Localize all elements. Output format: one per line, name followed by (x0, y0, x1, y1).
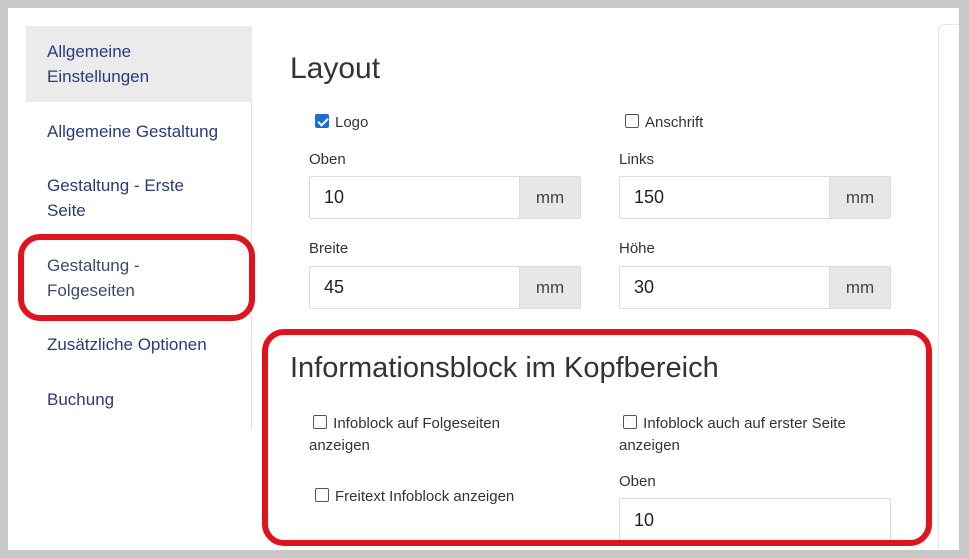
sidebar-item-label: Gestaltung - (47, 256, 140, 275)
breite-label: Breite (309, 240, 349, 257)
anschrift-checkbox-label: Anschrift (645, 114, 704, 131)
side-panel-edge (938, 24, 959, 550)
hoehe-input-group: 30 mm (619, 266, 891, 309)
oben-label: Oben (309, 151, 346, 168)
oben-unit: mm (519, 177, 580, 218)
links-unit: mm (829, 177, 890, 218)
sidebar-item-label: Buchung (47, 390, 115, 409)
freitext-infoblock-label: Freitext Infoblock anzeigen (335, 488, 515, 505)
sidebar-item-label: Folgeseiten (47, 281, 135, 300)
breite-unit: mm (519, 267, 580, 308)
sidebar-item-label: Einstellungen (47, 67, 150, 86)
oben-input[interactable]: 10 (310, 177, 519, 218)
infoblock-oben-label: Oben (619, 473, 656, 490)
links-label: Links (619, 151, 655, 168)
infoblock-oben-input[interactable]: 10 (620, 499, 890, 541)
settings-window: Allgemeine Einstellungen Allgemeine Gest… (8, 8, 959, 550)
sidebar-item-label: Allgemeine Gestaltung (47, 122, 219, 141)
hoehe-unit: mm (829, 267, 890, 308)
anschrift-checkbox[interactable] (625, 114, 639, 128)
infoblock-erste-seite-checkbox[interactable] (623, 415, 638, 429)
sidebar-item-gestaltung-folgeseiten[interactable]: Gestaltung - Folgeseiten (26, 253, 252, 303)
anschrift-checkbox-row[interactable]: Anschrift (625, 112, 703, 134)
logo-checkbox-row[interactable]: Logo (315, 112, 368, 134)
sidebar-item-label: Zusätzliche Optionen (47, 335, 207, 354)
infoblock-erste-seite-label: Infoblock auch auf erster Seite (643, 415, 846, 432)
breite-input[interactable]: 45 (310, 267, 519, 308)
infoblock-heading: Informationsblock im Kopfbereich (290, 352, 719, 384)
freitext-infoblock-checkbox[interactable] (315, 488, 329, 502)
sidebar-item-label: Seite (47, 201, 86, 220)
hoehe-input[interactable]: 30 (620, 267, 829, 308)
infoblock-folgeseiten-label: Infoblock auf Folgeseiten (333, 415, 500, 432)
layout-heading: Layout (290, 52, 381, 85)
infoblock-erste-seite-row[interactable]: Infoblock auch auf erster Seite anzeigen (619, 413, 846, 457)
sidebar-item-label: Allgemeine (47, 42, 132, 61)
sidebar-item-allgemeine-einstellungen[interactable]: Allgemeine Einstellungen (26, 26, 252, 102)
links-input[interactable]: 150 (620, 177, 829, 218)
sidebar-nav: Allgemeine Einstellungen Allgemeine Gest… (26, 26, 252, 430)
freitext-infoblock-row[interactable]: Freitext Infoblock anzeigen (315, 486, 514, 508)
logo-checkbox-label: Logo (335, 114, 369, 131)
infoblock-erste-seite-label-line2: anzeigen (619, 437, 680, 454)
infoblock-oben-input-group: 10 (619, 498, 891, 542)
sidebar-item-gestaltung-erste-seite[interactable]: Gestaltung - Erste Seite (26, 173, 252, 223)
infoblock-folgeseiten-checkbox[interactable] (313, 415, 328, 429)
hoehe-label: Höhe (619, 240, 655, 257)
infoblock-folgeseiten-row[interactable]: Infoblock auf Folgeseiten anzeigen (309, 413, 500, 457)
logo-checkbox[interactable] (315, 114, 329, 128)
sidebar-item-zusaetzliche-optionen[interactable]: Zusätzliche Optionen (26, 332, 252, 357)
sidebar-item-label: Gestaltung - Erste (47, 176, 185, 195)
sidebar-item-allgemeine-gestaltung[interactable]: Allgemeine Gestaltung (26, 119, 252, 144)
links-input-group: 150 mm (619, 176, 891, 219)
oben-input-group: 10 mm (309, 176, 581, 219)
breite-input-group: 45 mm (309, 266, 581, 309)
infoblock-folgeseiten-label-line2: anzeigen (309, 437, 370, 454)
sidebar-item-buchung[interactable]: Buchung (26, 387, 252, 412)
